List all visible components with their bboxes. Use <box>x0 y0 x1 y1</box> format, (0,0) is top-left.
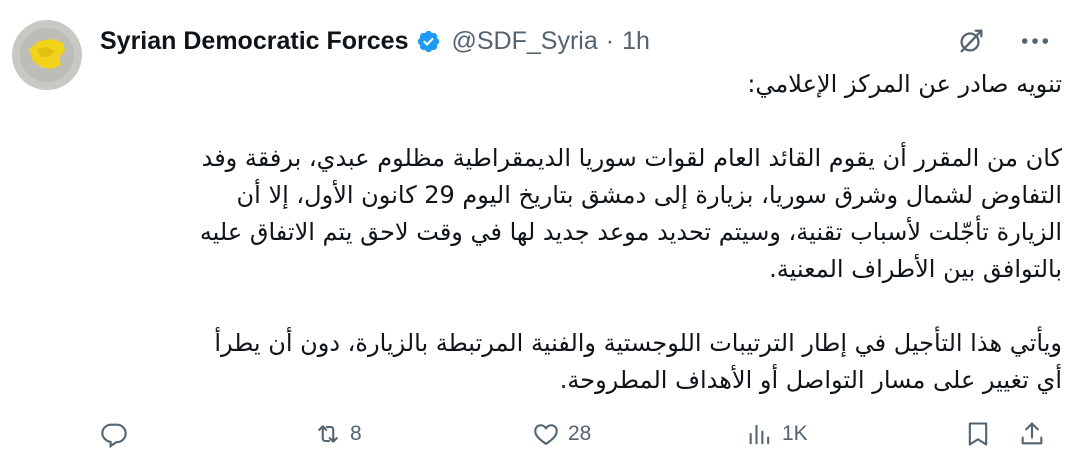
header-actions <box>956 22 1050 60</box>
more-icon[interactable] <box>1020 35 1050 47</box>
text-line: بالتوافق بين الأطراف المعنية. <box>769 255 1062 283</box>
text-line: كان من المقرر أن يقوم القائد العام لقوات… <box>201 144 1062 172</box>
tweet-card: Syrian Democratic Forces @SDF_Syria · 1h <box>0 0 1080 469</box>
text-line: ويأتي هذا التأجيل في إطار الترتيبات اللو… <box>214 329 1062 357</box>
retweet-icon <box>318 425 338 443</box>
reply-button[interactable] <box>100 420 136 448</box>
sdf-logo-icon <box>20 28 74 82</box>
tweet-heading: تنويه صادر عن المركز الإعلامي: <box>747 70 1062 98</box>
author-handle[interactable]: @SDF_Syria <box>451 27 597 56</box>
text-line: التفاوض لشمال وشرق سوريا، بزيارة إلى دمش… <box>236 181 1062 209</box>
share-icon <box>1021 422 1043 445</box>
reply-icon <box>101 423 127 448</box>
bookmark-icon <box>968 422 988 446</box>
views-count: 1K <box>782 422 808 445</box>
share-button[interactable] <box>1018 420 1046 448</box>
tweet-paragraph: ويأتي هذا التأجيل في إطار الترتيبات اللو… <box>100 325 1062 399</box>
bookmark-button[interactable] <box>964 420 992 448</box>
tweet-actions: 8 28 1K <box>100 414 1060 454</box>
header-separator: · <box>605 26 615 55</box>
retweet-button[interactable]: 8 <box>314 420 362 448</box>
like-icon <box>534 424 558 445</box>
avatar[interactable] <box>12 20 82 90</box>
like-button[interactable]: 28 <box>532 420 591 448</box>
grok-icon[interactable] <box>956 26 986 56</box>
author-name[interactable]: Syrian Democratic Forces <box>100 27 408 56</box>
tweet-text: تنويه صادر عن المركز الإعلامي: كان من ال… <box>100 66 1062 399</box>
views-button[interactable]: 1K <box>746 420 808 448</box>
retweet-count: 8 <box>350 422 362 445</box>
text-line: أي تغيير على مسار التواصل أو الأهداف الم… <box>559 366 1062 394</box>
tweet-header: Syrian Democratic Forces @SDF_Syria · 1h <box>100 22 650 60</box>
views-icon <box>749 424 770 445</box>
like-count: 28 <box>568 422 592 445</box>
tweet-time[interactable]: 1h <box>622 27 650 56</box>
verified-badge-icon[interactable] <box>416 29 441 54</box>
text-line: الزيارة تأجّلت لأسباب تقنية، وسيتم تحديد… <box>199 218 1062 246</box>
tweet-paragraph: كان من المقرر أن يقوم القائد العام لقوات… <box>100 140 1062 288</box>
